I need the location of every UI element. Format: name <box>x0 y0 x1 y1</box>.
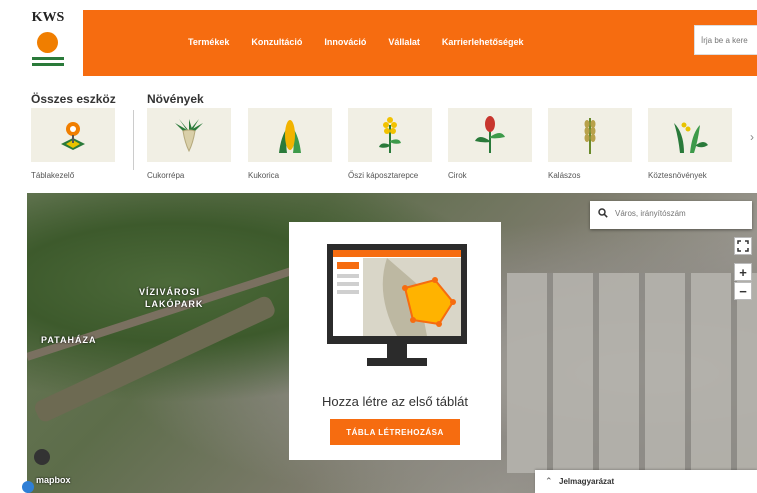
nav-item-careers[interactable]: Karrierlehetőségek <box>442 37 524 47</box>
tool-sugar-beet[interactable]: Cukorrépa <box>147 108 235 180</box>
header: KWS Termékek Konzultáció Innováció Válla… <box>0 0 757 86</box>
nav-item-innovation[interactable]: Innováció <box>324 37 366 47</box>
map-search-input[interactable] <box>613 208 747 219</box>
legend-label: Jelmagyarázat <box>559 477 615 486</box>
zoom-in-button[interactable]: + <box>734 263 752 281</box>
tools-row: Táblakezelő Cukorrépa Kukorica Őszi kápo… <box>0 108 757 193</box>
create-field-modal: Hozza létre az első táblát TÁBLA LÉTREHO… <box>289 222 501 460</box>
tool-label: Kukorica <box>248 171 280 180</box>
tool-cereal[interactable]: Kalászos <box>548 108 636 180</box>
header-search[interactable] <box>694 25 757 55</box>
tool-sorghum[interactable]: Cirok <box>448 108 536 180</box>
chevron-right-icon[interactable]: › <box>750 130 754 144</box>
tool-cover-crop[interactable]: Köztesnövények <box>648 108 736 180</box>
map-label: PATAHÁZA <box>41 335 97 345</box>
monitor-icon <box>327 244 467 366</box>
corn-icon <box>279 120 301 153</box>
header-search-input[interactable] <box>699 35 757 46</box>
nav-item-company[interactable]: Vállalat <box>388 37 420 47</box>
legend-panel[interactable]: ⌃ Jelmagyarázat <box>535 470 757 493</box>
tool-corn[interactable]: Kukorica <box>248 108 336 180</box>
nav-item-consulting[interactable]: Konzultáció <box>251 37 302 47</box>
nav-item-products[interactable]: Termékek <box>188 37 229 47</box>
tool-label: Őszi káposztarepce <box>348 171 419 180</box>
tool-label: Cukorrépa <box>147 171 185 180</box>
logo-sun-icon <box>37 32 58 53</box>
rapeseed-icon <box>379 117 401 153</box>
tool-label: Köztesnövények <box>648 171 707 180</box>
map-search[interactable] <box>590 201 752 229</box>
tools-title: Összes eszköz <box>31 92 116 106</box>
tool-label: Táblakezelő <box>31 171 75 180</box>
map-label: LAKÓPARK <box>145 299 204 309</box>
search-icon <box>598 208 608 218</box>
chevron-up-icon: ⌃ <box>545 476 553 486</box>
plants-title: Növények <box>147 92 204 106</box>
fullscreen-icon <box>737 240 749 252</box>
zoom-out-button[interactable]: − <box>734 282 752 300</box>
cover-crop-icon <box>674 122 708 153</box>
check-icon[interactable] <box>22 481 34 493</box>
field-manager-icon <box>61 122 85 150</box>
kws-logo[interactable]: KWS <box>21 10 75 80</box>
fullscreen-button[interactable] <box>734 237 752 255</box>
sorghum-icon <box>475 116 505 153</box>
logo-bar <box>32 63 64 66</box>
logo-bar <box>32 57 64 60</box>
tool-rapeseed[interactable]: Őszi káposztarepce <box>348 108 436 180</box>
tool-label: Cirok <box>448 171 467 180</box>
industrial-area <box>507 273 757 473</box>
tools-divider <box>133 110 134 170</box>
modal-title: Hozza létre az első táblát <box>322 394 468 409</box>
create-field-button[interactable]: TÁBLA LÉTREHOZÁSA <box>330 419 460 445</box>
tool-field-manager[interactable]: Táblakezelő <box>31 108 119 180</box>
tool-label: Kalászos <box>548 171 581 180</box>
map-label: VÍZIVÁROSI <box>139 287 201 297</box>
logo-text: KWS <box>31 10 65 25</box>
sugar-beet-icon <box>175 119 203 153</box>
cereal-icon <box>584 118 596 154</box>
mapbox-attribution[interactable]: mapbox <box>36 475 71 485</box>
location-pin-icon[interactable] <box>34 449 50 465</box>
navbar: Termékek Konzultáció Innováció Vállalat … <box>83 10 757 76</box>
